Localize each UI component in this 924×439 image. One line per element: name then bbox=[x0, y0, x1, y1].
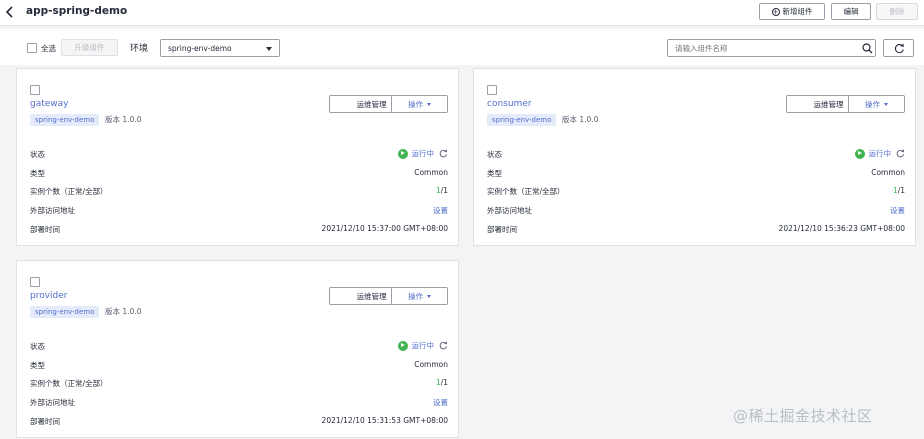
actions-label: 操作 bbox=[408, 99, 423, 109]
top-bar: app-spring-demo + 新增组件 编辑 删除 bbox=[0, 0, 924, 26]
refresh-status-icon[interactable] bbox=[439, 149, 448, 158]
deploy-time-label: 部署时间 bbox=[30, 225, 60, 234]
external-access-set-link[interactable]: 设置 bbox=[433, 397, 448, 408]
refresh-status-icon[interactable] bbox=[896, 149, 905, 158]
actions-label: 操作 bbox=[408, 291, 423, 301]
plus-circle-icon: + bbox=[771, 7, 780, 16]
status-row: 状态 运行中 bbox=[30, 148, 448, 159]
component-checkbox[interactable] bbox=[487, 85, 497, 95]
environment-tag: spring-env-demo bbox=[30, 306, 100, 318]
component-name-link[interactable]: provider bbox=[30, 291, 68, 301]
instances-label: 实例个数（正常/全部） bbox=[30, 379, 108, 388]
type-row: 类型 Common bbox=[487, 168, 905, 178]
instances-row: 实例个数（正常/全部） 1/1 bbox=[30, 378, 448, 388]
watermark: @稀土掘金技术社区 bbox=[733, 407, 873, 425]
refresh-button[interactable] bbox=[883, 39, 914, 57]
delete-button[interactable]: 删除 bbox=[876, 3, 918, 20]
type-label: 类型 bbox=[30, 169, 45, 178]
add-component-button[interactable]: + 新增组件 bbox=[759, 3, 825, 20]
status-text: 运行中 bbox=[411, 149, 435, 158]
external-access-label: 外部访问地址 bbox=[30, 398, 75, 407]
type-row: 类型 Common bbox=[30, 360, 448, 370]
external-access-set-link[interactable]: 设置 bbox=[433, 205, 448, 216]
add-component-label: 新增组件 bbox=[782, 7, 813, 16]
deploy-time-value: 2021/12/10 15:31:53 GMT+08:00 bbox=[321, 416, 448, 425]
instances-total: /1 bbox=[440, 378, 448, 387]
status-row: 状态 运行中 bbox=[487, 148, 905, 159]
search-icon[interactable] bbox=[862, 43, 873, 54]
version-text: 版本 1.0.0 bbox=[562, 115, 599, 124]
refresh-status-icon[interactable] bbox=[439, 341, 448, 350]
status-text: 运行中 bbox=[868, 149, 892, 158]
external-access-label: 外部访问地址 bbox=[30, 206, 75, 215]
status-text: 运行中 bbox=[411, 341, 435, 350]
component-checkbox[interactable] bbox=[30, 277, 40, 287]
upgrade-component-button[interactable]: 升级组件 bbox=[61, 39, 118, 56]
component-card-gateway: gateway spring-env-demo 版本 1.0.0 运维管理 操作… bbox=[16, 68, 459, 246]
chevron-down-icon bbox=[427, 294, 431, 298]
external-access-row: 外部访问地址 设置 bbox=[30, 205, 448, 215]
instances-label: 实例个数（正常/全部） bbox=[30, 187, 108, 196]
environment-select-value: spring-env-demo bbox=[168, 44, 232, 53]
status-label: 状态 bbox=[30, 342, 45, 351]
component-checkbox[interactable] bbox=[30, 85, 40, 95]
external-access-row: 外部访问地址 设置 bbox=[487, 205, 905, 215]
deploy-time-label: 部署时间 bbox=[487, 225, 517, 234]
version-text: 版本 1.0.0 bbox=[105, 115, 142, 124]
chevron-down-icon bbox=[884, 102, 888, 106]
environment-select[interactable]: spring-env-demo bbox=[160, 39, 280, 57]
type-row: 类型 Common bbox=[30, 168, 448, 178]
select-all-checkbox[interactable] bbox=[27, 43, 37, 53]
running-status-icon bbox=[854, 148, 865, 159]
instances-row: 实例个数（正常/全部） 1/1 bbox=[487, 186, 905, 196]
component-search-input[interactable] bbox=[667, 39, 876, 57]
status-label: 状态 bbox=[30, 150, 45, 159]
deploy-time-row: 部署时间 2021/12/10 15:37:00 GMT+08:00 bbox=[30, 224, 448, 234]
filter-bar: 全选 升级组件 环境 spring-env-demo bbox=[0, 29, 924, 65]
component-name-link[interactable]: gateway bbox=[30, 99, 69, 109]
running-status-icon bbox=[397, 340, 408, 351]
external-access-label: 外部访问地址 bbox=[487, 206, 532, 215]
environment-label: 环境 bbox=[130, 44, 149, 54]
edit-button[interactable]: 编辑 bbox=[831, 3, 871, 20]
actions-dropdown-button[interactable]: 操作 bbox=[391, 287, 448, 305]
deploy-time-label: 部署时间 bbox=[30, 417, 60, 426]
version-text: 版本 1.0.0 bbox=[105, 307, 142, 316]
chevron-down-icon bbox=[427, 102, 431, 106]
environment-tag: spring-env-demo bbox=[30, 114, 100, 126]
component-card-consumer: consumer spring-env-demo 版本 1.0.0 运维管理 操… bbox=[473, 68, 916, 246]
external-access-row: 外部访问地址 设置 bbox=[30, 397, 448, 407]
type-value: Common bbox=[414, 360, 448, 369]
deploy-time-value: 2021/12/10 15:36:23 GMT+08:00 bbox=[778, 224, 905, 233]
environment-tag: spring-env-demo bbox=[487, 114, 557, 126]
instances-row: 实例个数（正常/全部） 1/1 bbox=[30, 186, 448, 196]
deploy-time-row: 部署时间 2021/12/10 15:36:23 GMT+08:00 bbox=[487, 224, 905, 234]
back-arrow-icon[interactable] bbox=[3, 4, 17, 20]
component-name-link[interactable]: consumer bbox=[487, 99, 532, 109]
instances-total: /1 bbox=[897, 186, 905, 195]
component-card-provider: provider spring-env-demo 版本 1.0.0 运维管理 操… bbox=[16, 260, 459, 438]
actions-dropdown-button[interactable]: 操作 bbox=[391, 95, 448, 113]
actions-label: 操作 bbox=[865, 99, 880, 109]
instances-total: /1 bbox=[440, 186, 448, 195]
type-value: Common bbox=[414, 168, 448, 177]
refresh-icon bbox=[894, 43, 904, 54]
type-label: 类型 bbox=[30, 361, 45, 370]
page-title: app-spring-demo bbox=[26, 5, 128, 17]
actions-dropdown-button[interactable]: 操作 bbox=[848, 95, 905, 113]
status-row: 状态 运行中 bbox=[30, 340, 448, 351]
instances-label: 实例个数（正常/全部） bbox=[487, 187, 565, 196]
deploy-time-row: 部署时间 2021/12/10 15:31:53 GMT+08:00 bbox=[30, 416, 448, 426]
chevron-down-icon bbox=[266, 47, 272, 51]
running-status-icon bbox=[397, 148, 408, 159]
deploy-time-value: 2021/12/10 15:37:00 GMT+08:00 bbox=[321, 224, 448, 233]
select-all-label: 全选 bbox=[41, 44, 56, 53]
external-access-set-link[interactable]: 设置 bbox=[890, 205, 905, 216]
type-label: 类型 bbox=[487, 169, 502, 178]
type-value: Common bbox=[871, 168, 905, 177]
status-label: 状态 bbox=[487, 150, 502, 159]
